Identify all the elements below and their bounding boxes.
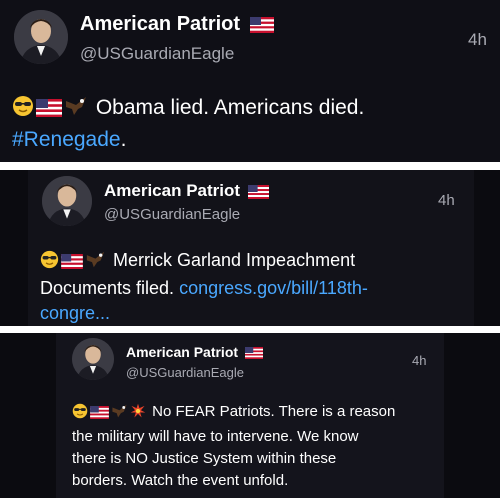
profile-photo-icon [14,10,68,64]
profile-photo-icon [72,338,114,380]
sunglasses-emoji-icon [72,403,88,426]
profile-photo-icon [42,176,92,226]
display-name[interactable]: American Patriot [126,344,263,360]
us-flag-icon [244,347,263,360]
post-timestamp[interactable]: 4h [412,353,426,368]
collision-emoji-icon [130,403,146,426]
post-text: No FEAR Patriots. There is a reason the … [72,403,396,489]
post-card-1[interactable]: American Patriot @USGuardianEagle 4h Oba… [0,0,500,162]
post-timestamp[interactable]: 4h [438,192,455,209]
post-card-3[interactable]: American Patriot @USGuardianEagle 4h No … [0,333,500,498]
us-flag-emoji-icon [61,251,83,276]
user-handle[interactable]: @USGuardianEagle [104,206,240,223]
bill-link[interactable]: congress.gov/bill/118th- [179,278,368,298]
post-text: Merrick Garland Impeachment Documents fi… [40,250,368,323]
eagle-emoji-icon [111,403,128,426]
display-name[interactable]: American Patriot [80,13,274,36]
post-text: Obama lied. Americans died. #Renegade. [12,95,365,151]
display-name[interactable]: American Patriot [104,181,269,201]
sunglasses-emoji-icon [12,95,34,125]
us-flag-icon [249,16,274,33]
user-handle[interactable]: @USGuardianEagle [126,365,244,380]
post-timestamp[interactable]: 4h [468,30,487,50]
bill-link-continued[interactable]: congre... [40,303,110,323]
avatar[interactable] [42,176,92,226]
sunglasses-emoji-icon [40,250,59,276]
us-flag-emoji-icon [90,404,109,426]
hashtag-link[interactable]: #Renegade [12,128,121,151]
avatar[interactable] [72,338,114,380]
us-flag-emoji-icon [36,96,62,125]
avatar[interactable] [14,10,68,64]
eagle-emoji-icon [64,95,88,125]
user-handle[interactable]: @USGuardianEagle [80,44,234,64]
eagle-emoji-icon [85,250,106,276]
post-card-2[interactable]: American Patriot @USGuardianEagle 4h Mer… [0,170,500,326]
us-flag-icon [247,184,269,199]
